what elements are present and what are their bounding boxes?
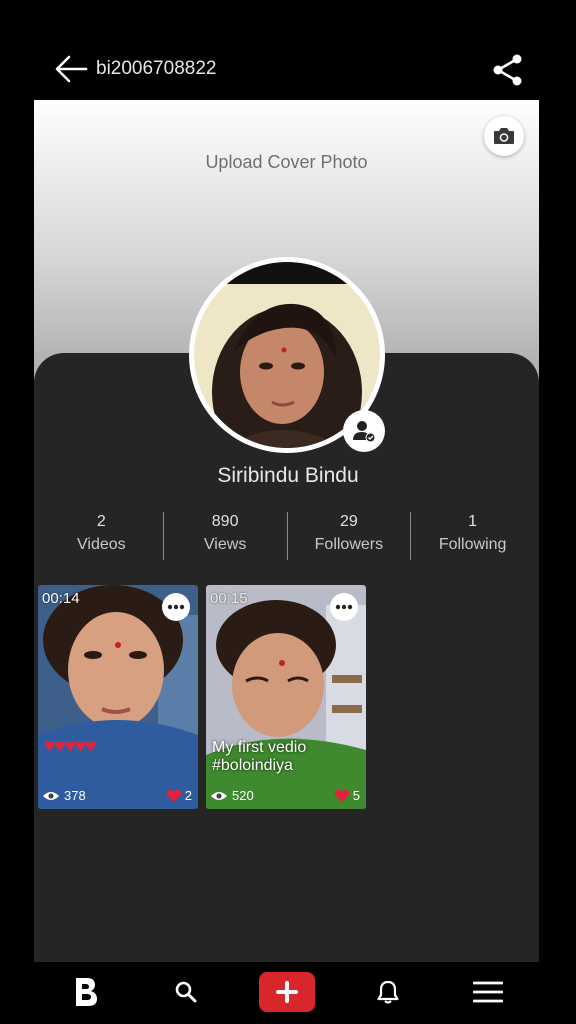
- stat-label: Following: [438, 536, 507, 553]
- nav-home[interactable]: [66, 972, 106, 1012]
- stat-value: 29: [339, 513, 358, 530]
- user-add-icon: [353, 421, 376, 443]
- share-button[interactable]: [490, 52, 526, 88]
- back-button[interactable]: [52, 52, 92, 86]
- video-likes: 5: [334, 788, 360, 803]
- stat-following[interactable]: 1 Following: [411, 512, 534, 560]
- share-icon: [493, 54, 522, 86]
- video-likes-count: 2: [184, 788, 192, 803]
- eye-icon: [211, 791, 227, 800]
- profile-username: bi2006708822: [96, 58, 217, 79]
- video-caption-hashtag: #boloindiya: [212, 757, 293, 774]
- video-thumbnail[interactable]: 00:14 ♥♥♥♥♥ 378 2: [38, 585, 198, 809]
- heart-icon: [166, 789, 182, 802]
- video-likes-count: 5: [352, 788, 360, 803]
- top-bar: bi2006708822: [0, 0, 576, 100]
- more-options-button[interactable]: [162, 593, 190, 621]
- search-icon: [175, 981, 197, 1003]
- stat-value: 890: [211, 513, 239, 530]
- nav-notifications[interactable]: [368, 972, 408, 1012]
- video-views-count: 378: [64, 788, 86, 803]
- stat-videos[interactable]: 2 Videos: [40, 512, 164, 560]
- bottom-navigation: [0, 962, 576, 1024]
- heart-icon: [334, 789, 350, 802]
- stat-label: Videos: [77, 536, 126, 553]
- profile-stats: 2 Videos 890 Views 29 Followers 1 Follow…: [40, 512, 534, 560]
- stat-followers[interactable]: 29 Followers: [288, 512, 412, 560]
- video-thumbnail[interactable]: 00:15 My first vedio #boloindiya 520 5: [206, 585, 366, 809]
- stat-label: Followers: [314, 536, 384, 553]
- video-caption: My first vedio #boloindiya: [212, 739, 306, 775]
- video-duration: 00:14: [42, 590, 80, 607]
- video-hearts-overlay: ♥♥♥♥♥: [44, 736, 96, 757]
- more-icon: [335, 604, 353, 610]
- stat-label: Views: [203, 536, 247, 553]
- more-options-button[interactable]: [330, 593, 358, 621]
- video-caption-line: My first vedio: [212, 739, 307, 756]
- display-name: Siribindu Bindu: [217, 464, 359, 487]
- home-logo-icon: [76, 978, 97, 1006]
- follow-button[interactable]: [343, 410, 385, 452]
- nav-menu[interactable]: [468, 972, 508, 1012]
- upload-cover-label[interactable]: Upload Cover Photo: [34, 152, 539, 173]
- video-duration: 00:15: [210, 590, 248, 607]
- eye-icon: [43, 791, 59, 800]
- arrow-left-icon: [55, 55, 88, 83]
- video-views: 378: [42, 788, 86, 803]
- camera-icon: [494, 128, 514, 144]
- more-icon: [167, 604, 185, 610]
- video-views: 520: [210, 788, 254, 803]
- add-icon: [276, 981, 298, 1003]
- stat-value: 1: [468, 513, 478, 530]
- camera-button[interactable]: [484, 116, 524, 156]
- stat-views[interactable]: 890 Views: [164, 512, 288, 560]
- video-likes: 2: [166, 788, 192, 803]
- nav-add-button[interactable]: [259, 972, 315, 1012]
- stat-value: 2: [96, 513, 106, 530]
- nav-search[interactable]: [166, 972, 206, 1012]
- bell-icon: [377, 980, 399, 1004]
- menu-icon: [473, 981, 503, 1003]
- video-views-count: 520: [232, 788, 254, 803]
